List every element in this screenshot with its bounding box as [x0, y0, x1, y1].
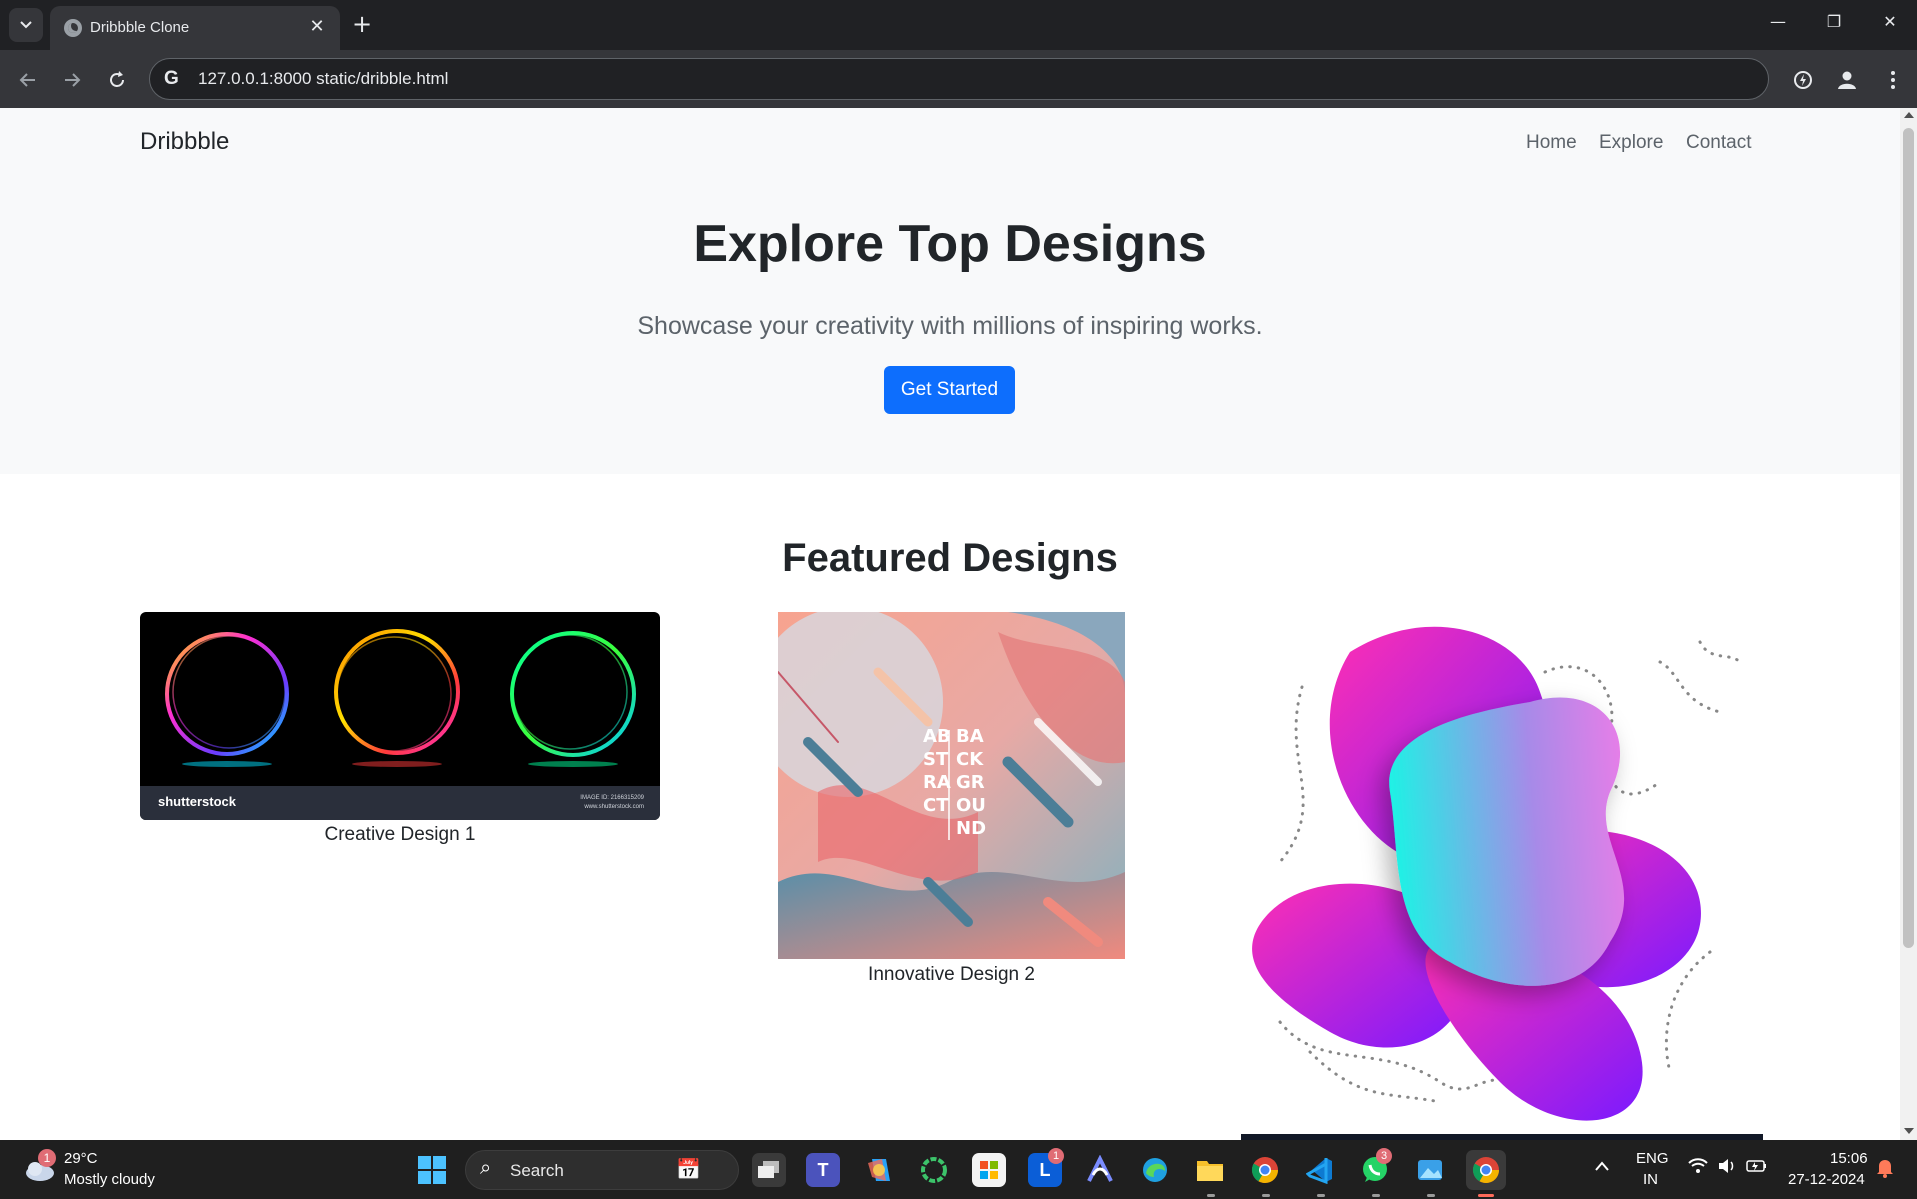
brand-logo[interactable]: Dribbble [140, 128, 229, 156]
tab-title: Dribbble Clone [90, 19, 190, 36]
weather-temp: 29°C [64, 1150, 98, 1167]
edge-icon[interactable] [1138, 1153, 1172, 1187]
shutterstock-footer: shutterstock IMAGE ID: 2166315209 www.sh… [140, 786, 660, 820]
file-explorer-icon[interactable] [1193, 1153, 1227, 1187]
browser-titlebar: Dribbble Clone ✕ + — ❐ ✕ [0, 0, 1917, 50]
scroll-up-icon[interactable] [1904, 112, 1914, 118]
nav-home[interactable]: Home [1526, 132, 1577, 154]
region-indicator[interactable]: IN [1643, 1171, 1658, 1188]
nav-contact[interactable]: Contact [1686, 132, 1751, 154]
running-indicator [1427, 1194, 1435, 1197]
reload-icon[interactable] [103, 66, 131, 94]
tab-close-icon[interactable]: ✕ [306, 16, 328, 38]
forward-icon[interactable] [58, 66, 86, 94]
browser-toolbar: G 127.0.0.1:8000 static/dribble.html [0, 50, 1917, 108]
hero-subtitle: Showcase your creativity with millions o… [637, 312, 1263, 340]
battery-icon[interactable] [1746, 1158, 1768, 1179]
featured-title: Featured Designs [782, 536, 1118, 580]
vscode-icon[interactable] [1303, 1153, 1337, 1187]
language-indicator[interactable]: ENG [1636, 1150, 1669, 1167]
image-meta: IMAGE ID: 2166315209 www.shutterstock.co… [580, 795, 644, 810]
design-caption-2: Innovative Design 2 [868, 964, 1035, 985]
google-icon: G [164, 68, 179, 89]
running-indicator [1207, 1194, 1215, 1197]
close-window-button[interactable]: ✕ [1870, 12, 1910, 31]
svg-text:OU: OU [956, 795, 986, 816]
scroll-thumb[interactable] [1903, 128, 1914, 948]
svg-text:GR: GR [956, 772, 985, 793]
microsoft-store-icon[interactable] [972, 1153, 1006, 1187]
menu-icon[interactable] [1878, 65, 1908, 95]
svg-text:CT: CT [923, 795, 949, 816]
page-viewport: Dribbble Home Explore Contact Explore To… [0, 108, 1900, 1140]
copilot-icon[interactable] [862, 1153, 896, 1187]
active-indicator [1478, 1194, 1494, 1197]
notification-bell-icon[interactable] [1876, 1158, 1894, 1183]
profile-icon[interactable] [1832, 65, 1862, 95]
whatsapp-badge: 3 [1376, 1148, 1392, 1164]
search-icon: ⌕ [480, 1157, 492, 1179]
calendar-decoration-icon: 📅 [676, 1159, 701, 1181]
browser-tab[interactable]: Dribbble Clone ✕ [50, 6, 340, 50]
globe-favicon-icon [64, 19, 82, 37]
running-indicator [1317, 1194, 1325, 1197]
tab-search-icon[interactable] [9, 8, 43, 42]
circle-app-icon[interactable] [917, 1153, 951, 1187]
design-image-3[interactable] [1240, 612, 1760, 1140]
search-label: Search [510, 1161, 564, 1180]
svg-text:BA: BA [956, 726, 984, 747]
teams-icon[interactable]: T [806, 1153, 840, 1187]
svg-text:RA: RA [923, 772, 951, 793]
volume-icon[interactable] [1717, 1158, 1737, 1179]
taskbar-search[interactable]: ⌕ Search 📅 [465, 1150, 739, 1190]
shutterstock-logo: shutterstock [158, 794, 237, 809]
svg-text:AB: AB [923, 726, 951, 747]
weather-desc: Mostly cloudy [64, 1171, 155, 1188]
hero-title: Explore Top Designs [693, 215, 1207, 273]
design-image-2[interactable]: AB BA ST CK RA GR CT OU ND [778, 612, 1125, 959]
scroll-down-icon[interactable] [1904, 1128, 1914, 1134]
task-view-icon[interactable] [752, 1153, 786, 1187]
back-icon[interactable] [14, 66, 42, 94]
hero-section: Explore Top Designs Showcase your creati… [0, 174, 1900, 474]
weather-badge: 1 [38, 1149, 56, 1167]
minimize-button[interactable]: — [1758, 12, 1798, 31]
design-caption-1: Creative Design 1 [324, 824, 476, 845]
nav-explore[interactable]: Explore [1599, 132, 1663, 154]
svg-text:ND: ND [956, 818, 986, 839]
design-image-1[interactable]: shutterstock IMAGE ID: 2166315209 www.sh… [140, 612, 660, 820]
chrome-active-icon[interactable] [1466, 1150, 1506, 1190]
windows-taskbar: 1 29°C Mostly cloudy ⌕ Search 📅 T L 1 3 [0, 1140, 1917, 1199]
chrome-icon[interactable] [1248, 1153, 1282, 1187]
get-started-button[interactable]: Get Started [884, 366, 1015, 414]
new-tab-button[interactable]: + [352, 11, 372, 37]
performance-icon[interactable] [1788, 65, 1818, 95]
running-indicator [1372, 1194, 1380, 1197]
running-indicator [1262, 1194, 1270, 1197]
windows-start-icon[interactable] [418, 1156, 446, 1184]
wifi-icon[interactable] [1688, 1158, 1708, 1179]
l-app-badge: 1 [1048, 1148, 1064, 1164]
restore-button[interactable]: ❐ [1814, 12, 1854, 31]
url-text[interactable]: 127.0.0.1:8000 static/dribble.html [198, 69, 448, 89]
clock-time[interactable]: 15:06 [1830, 1150, 1868, 1167]
address-bar[interactable]: G 127.0.0.1:8000 static/dribble.html [149, 58, 1769, 100]
svg-text:ST: ST [923, 749, 949, 770]
site-navbar: Dribbble Home Explore Contact [0, 108, 1900, 174]
clock-date[interactable]: 27-12-2024 [1788, 1171, 1865, 1188]
svg-text:CK: CK [956, 749, 984, 770]
arc-app-icon[interactable] [1083, 1153, 1117, 1187]
show-hidden-icons-icon[interactable] [1594, 1156, 1610, 1177]
photos-icon[interactable] [1413, 1153, 1447, 1187]
page-scrollbar[interactable] [1900, 108, 1917, 1140]
